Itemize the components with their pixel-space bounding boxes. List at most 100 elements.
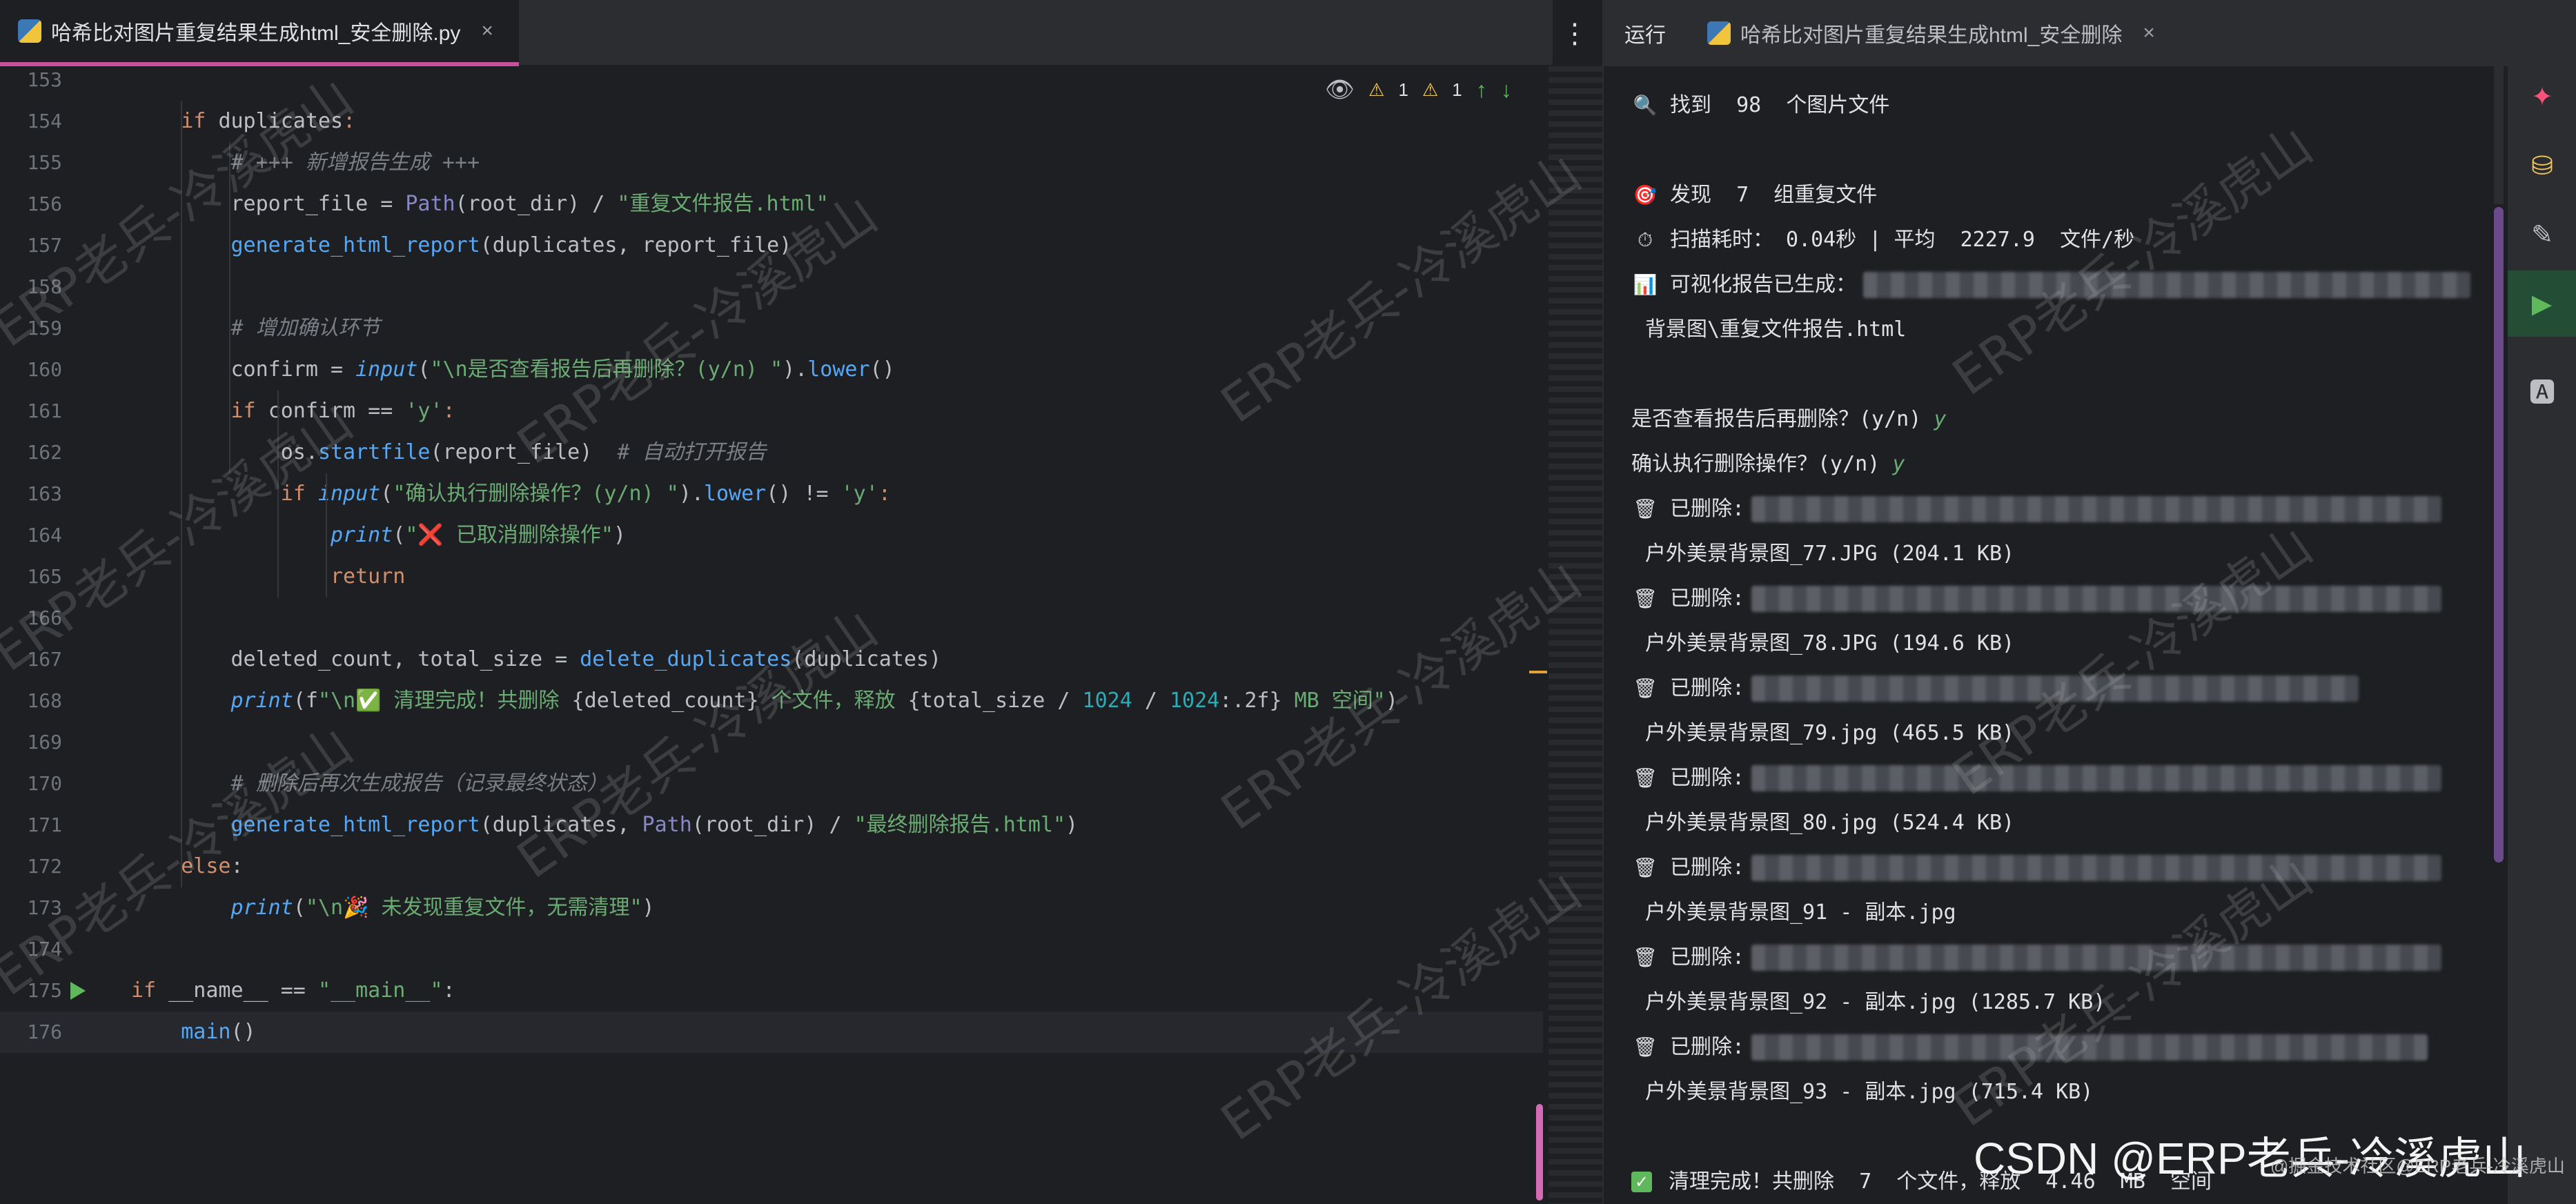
code-line[interactable]: 174 — [0, 929, 1546, 970]
code-line[interactable]: 166 — [0, 598, 1546, 639]
code-editor[interactable]: 哈希比对图片重复结果生成html_安全删除.py × 👁 ⚠ 1 ⚠ 1 ↑ ↓… — [0, 0, 1553, 1204]
deleted-file-name: 户外美景背景图_78.JPG (194.6 KB) — [1645, 631, 2015, 655]
line-number[interactable]: 171 — [0, 805, 62, 846]
line-number[interactable]: 156 — [0, 184, 62, 225]
code-line[interactable]: 172 else: — [0, 846, 1546, 887]
console-line: 🗑 已删除: — [1631, 756, 2515, 800]
line-number[interactable]: 169 — [0, 722, 62, 763]
line-number[interactable]: 154 — [0, 101, 62, 142]
code-line[interactable]: 173 print("\n🎉 未发现重复文件，无需清理") — [0, 887, 1546, 929]
console-line: 🔍 找到 98 个图片文件 — [1631, 83, 2515, 128]
console-scroll-thumb[interactable] — [2494, 207, 2504, 862]
chart-icon: 📊 — [1633, 273, 1658, 296]
code-line[interactable]: 157 generate_html_report(duplicates, rep… — [0, 225, 1546, 266]
minimap[interactable] — [1548, 66, 1602, 1204]
code-line[interactable]: 156 report_file = Path(root_dir) / "重复文件… — [0, 184, 1546, 225]
console-line: 户外美景背景图_78.JPG (194.6 KB) — [1631, 621, 2515, 666]
close-icon[interactable]: × — [481, 19, 493, 43]
check-icon: ✓ — [1631, 1171, 1652, 1192]
code-text[interactable]: if confirm == 'y': — [131, 391, 455, 432]
line-number[interactable]: 164 — [0, 515, 62, 556]
code-line[interactable]: 170 # 删除后再次生成报告（记录最终状态） — [0, 763, 1546, 805]
code-text[interactable]: confirm = input("\n是否查看报告后再删除？(y/n) ").l… — [131, 349, 894, 391]
code-line[interactable]: 154 if duplicates: — [0, 101, 1546, 142]
line-number[interactable]: 159 — [0, 308, 62, 349]
line-number[interactable]: 175 — [0, 970, 62, 1011]
trash-icon: 🗑 — [1633, 587, 1658, 610]
code-text[interactable]: print("❌ 已取消删除操作") — [131, 515, 626, 556]
code-line[interactable]: 159 # 增加确认环节 — [0, 308, 1546, 349]
line-number[interactable]: 163 — [0, 473, 62, 515]
line-number[interactable]: 167 — [0, 639, 62, 680]
run-icon[interactable]: ▶ — [2508, 270, 2576, 337]
close-icon[interactable]: × — [2143, 21, 2155, 45]
code-line[interactable]: 175 if __name__ == "__main__": — [0, 970, 1546, 1011]
code-text[interactable]: os.startfile(report_file) # 自动打开报告 — [131, 432, 767, 473]
code-text[interactable]: main() — [131, 1011, 255, 1053]
line-number[interactable]: 172 — [0, 846, 62, 887]
translate-icon[interactable]: 🅰 — [2525, 373, 2559, 408]
code-text[interactable]: if duplicates: — [131, 101, 355, 142]
line-number[interactable]: 168 — [0, 680, 62, 722]
code-text[interactable]: # +++ 新增报告生成 +++ — [131, 142, 480, 184]
code-line[interactable]: 164 print("❌ 已取消删除操作") — [0, 515, 1546, 556]
target-icon: 🎯 — [1633, 184, 1658, 206]
line-number[interactable]: 174 — [0, 929, 62, 970]
code-line[interactable]: 167 deleted_count, total_size = delete_d… — [0, 639, 1546, 680]
code-text[interactable]: # 增加确认环节 — [131, 308, 380, 349]
code-text[interactable]: else: — [131, 846, 243, 887]
console-text: 已删除: — [1670, 1035, 1745, 1059]
code-line[interactable]: 161 if confirm == 'y': — [0, 391, 1546, 432]
line-number[interactable]: 153 — [0, 59, 62, 101]
code-text[interactable]: print(f"\n✅ 清理完成！共删除 {deleted_count} 个文件… — [131, 680, 1397, 722]
ai-chat-icon[interactable]: ✎ — [2525, 217, 2559, 252]
code-line[interactable]: 162 os.startfile(report_file) # 自动打开报告 — [0, 432, 1546, 473]
code-text[interactable]: print("\n🎉 未发现重复文件，无需清理") — [131, 887, 654, 929]
line-number[interactable]: 176 — [0, 1011, 62, 1053]
code-line[interactable]: 160 confirm = input("\n是否查看报告后再删除？(y/n) … — [0, 349, 1546, 391]
line-number[interactable]: 158 — [0, 266, 62, 308]
editor-scroll-thumb[interactable] — [1536, 1104, 1543, 1201]
code-text[interactable]: # 删除后再次生成报告（记录最终状态） — [131, 763, 607, 805]
code-line[interactable]: 153 — [0, 59, 1546, 101]
code-line[interactable]: 158 — [0, 266, 1546, 308]
line-number[interactable]: 162 — [0, 432, 62, 473]
code-text[interactable]: if __name__ == "__main__": — [131, 970, 455, 1011]
tab-editor-file[interactable]: 哈希比对图片重复结果生成html_安全删除.py × — [0, 0, 519, 66]
line-number[interactable]: 173 — [0, 887, 62, 929]
code-text[interactable]: return — [131, 556, 405, 598]
line-number[interactable]: 157 — [0, 225, 62, 266]
deleted-file-name: 户外美景背景图_91 - 副本.jpg — [1645, 900, 1956, 925]
code-text[interactable]: deleted_count, total_size = delete_dupli… — [131, 639, 941, 680]
console-scroll-track[interactable] — [2494, 66, 2504, 204]
trash-icon: 🗑 — [1633, 946, 1658, 969]
ai-assistant-icon[interactable]: ✦ — [2525, 79, 2559, 114]
trash-icon: 🗑 — [1633, 677, 1658, 700]
line-number[interactable]: 161 — [0, 391, 62, 432]
redacted-text — [1751, 495, 2442, 522]
code-line[interactable]: 163 if input("确认执行删除操作？(y/n) ").lower() … — [0, 473, 1546, 515]
deleted-list: 🗑 已删除: 户外美景背景图_77.JPG (204.1 KB) 🗑 已删除: 户外美景背… — [1631, 486, 2515, 1114]
console-output[interactable]: 🔍 找到 98 个图片文件 🎯 发现 7 组重复文件 ⏱ 扫描耗时： 0.04秒… — [1631, 83, 2515, 1204]
code-line[interactable]: 176 main() — [0, 1011, 1546, 1053]
line-number[interactable]: 166 — [0, 598, 62, 639]
console-line: 户外美景背景图_91 - 副本.jpg — [1631, 890, 2515, 935]
code-text[interactable]: if input("确认执行删除操作？(y/n) ").lower() != '… — [131, 473, 891, 515]
line-number[interactable]: 170 — [0, 763, 62, 805]
code-text[interactable]: report_file = Path(root_dir) / "重复文件报告.h… — [131, 184, 828, 225]
code-text[interactable]: generate_html_report(duplicates, Path(ro… — [131, 805, 1079, 846]
warning-stripe-marker[interactable] — [1529, 671, 1547, 673]
code-line[interactable]: 155 # +++ 新增报告生成 +++ — [0, 142, 1546, 184]
console-line: 户外美景背景图_93 - 副本.jpg (715.4 KB) — [1631, 1069, 2515, 1114]
more-options-icon[interactable]: ⋮ — [1561, 18, 1589, 50]
run-gutter-icon[interactable] — [70, 982, 86, 1000]
code-line[interactable]: 165 return — [0, 556, 1546, 598]
tab-run-config[interactable]: 哈希比对图片重复结果生成html_安全删除 × — [1707, 18, 2155, 48]
code-line[interactable]: 168 print(f"\n✅ 清理完成！共删除 {deleted_count}… — [0, 680, 1546, 722]
line-number[interactable]: 155 — [0, 142, 62, 184]
code-line[interactable]: 169 — [0, 722, 1546, 763]
line-number[interactable]: 160 — [0, 349, 62, 391]
line-number[interactable]: 165 — [0, 556, 62, 598]
database-icon[interactable]: ⛁ — [2525, 148, 2559, 183]
code-line[interactable]: 171 generate_html_report(duplicates, Pat… — [0, 805, 1546, 846]
